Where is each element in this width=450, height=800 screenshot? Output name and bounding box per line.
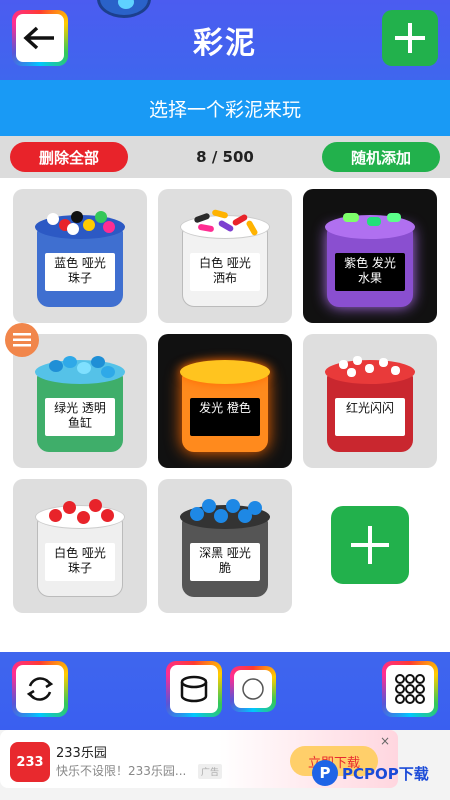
ad-banner: 233 233乐园 快乐不设限！233乐园... 广告 立即下载 × P PCP… (0, 730, 450, 800)
grid-view-button[interactable] (382, 661, 438, 717)
slime-label: 红光闪闪 (335, 398, 405, 436)
ad-close-button[interactable]: × (380, 734, 390, 748)
bottom-toolbar (0, 652, 450, 730)
slime-label: 紫色 发光 水果 (335, 253, 405, 291)
jar-select-button[interactable] (166, 661, 222, 717)
fruit-decoration (333, 209, 407, 235)
instruction-text: 选择一个彩泥来玩 (148, 98, 301, 121)
add-slot-button[interactable] (331, 506, 409, 584)
watermark-logo: P (312, 760, 338, 786)
ad-tag: 广告 (198, 764, 223, 779)
slime-label: 绿光 透明 鱼缸 (45, 398, 115, 436)
plus-icon (351, 526, 389, 564)
slime-label: 白色 哑光 珠子 (45, 543, 115, 581)
slime-card[interactable]: 深黑 哑光脆 (158, 479, 292, 613)
circle-icon (242, 678, 264, 700)
dots-grid-icon (395, 674, 425, 704)
menu-icon (13, 333, 31, 347)
beads-decoration (43, 209, 117, 235)
controls-bar: 删除全部 8 / 500 随机添加 (0, 136, 450, 178)
jar-top (180, 360, 270, 384)
beads-decoration (43, 499, 117, 525)
sprinkles-decoration (188, 209, 262, 237)
jar-icon (180, 675, 208, 703)
ad-title: 233乐园 (56, 746, 107, 761)
menu-handle[interactable] (5, 323, 39, 357)
ad-logo: 233 (10, 742, 50, 782)
slime-label: 白色 哑光 洒布 (190, 253, 260, 291)
fish-bowl-decoration (43, 354, 117, 380)
instruction-bar: 选择一个彩泥来玩 (0, 80, 450, 136)
slime-card[interactable]: 白色 哑光 洒布 (158, 189, 292, 323)
color-circle-button[interactable] (230, 666, 276, 712)
app-header: 彩泥 (0, 0, 450, 80)
slime-label: 深黑 哑光脆 (190, 543, 260, 581)
slime-card[interactable]: 绿光 透明 鱼缸 (13, 334, 147, 468)
slime-card[interactable]: 发光 橙色 (158, 334, 292, 468)
add-slime-button[interactable] (382, 10, 438, 66)
slime-card[interactable]: 红光闪闪 (303, 334, 437, 468)
slime-label: 发光 橙色 (190, 398, 260, 436)
slime-card[interactable]: 蓝色 哑光 珠子 (13, 189, 147, 323)
refresh-icon (26, 677, 54, 701)
glitter-decoration (333, 354, 407, 380)
slime-label: 蓝色 哑光 珠子 (45, 253, 115, 291)
ad-description: 快乐不设限！233乐园... (56, 764, 187, 778)
slime-card[interactable]: 白色 哑光 珠子 (13, 479, 147, 613)
slime-grid: 蓝色 哑光 珠子 白色 哑光 洒布 紫色 发光 水果 绿光 透明 鱼缸 发光 橙… (0, 178, 450, 652)
random-add-button[interactable]: 随机添加 (322, 142, 440, 172)
plus-icon (395, 23, 425, 53)
watermark-text: PCPOP下载 (342, 764, 429, 783)
beads-decoration (188, 499, 262, 525)
slime-card[interactable]: 紫色 发光 水果 (303, 189, 437, 323)
refresh-button[interactable] (12, 661, 68, 717)
watermark: P PCPOP下载 (312, 760, 429, 786)
mascot-icon (97, 0, 151, 18)
